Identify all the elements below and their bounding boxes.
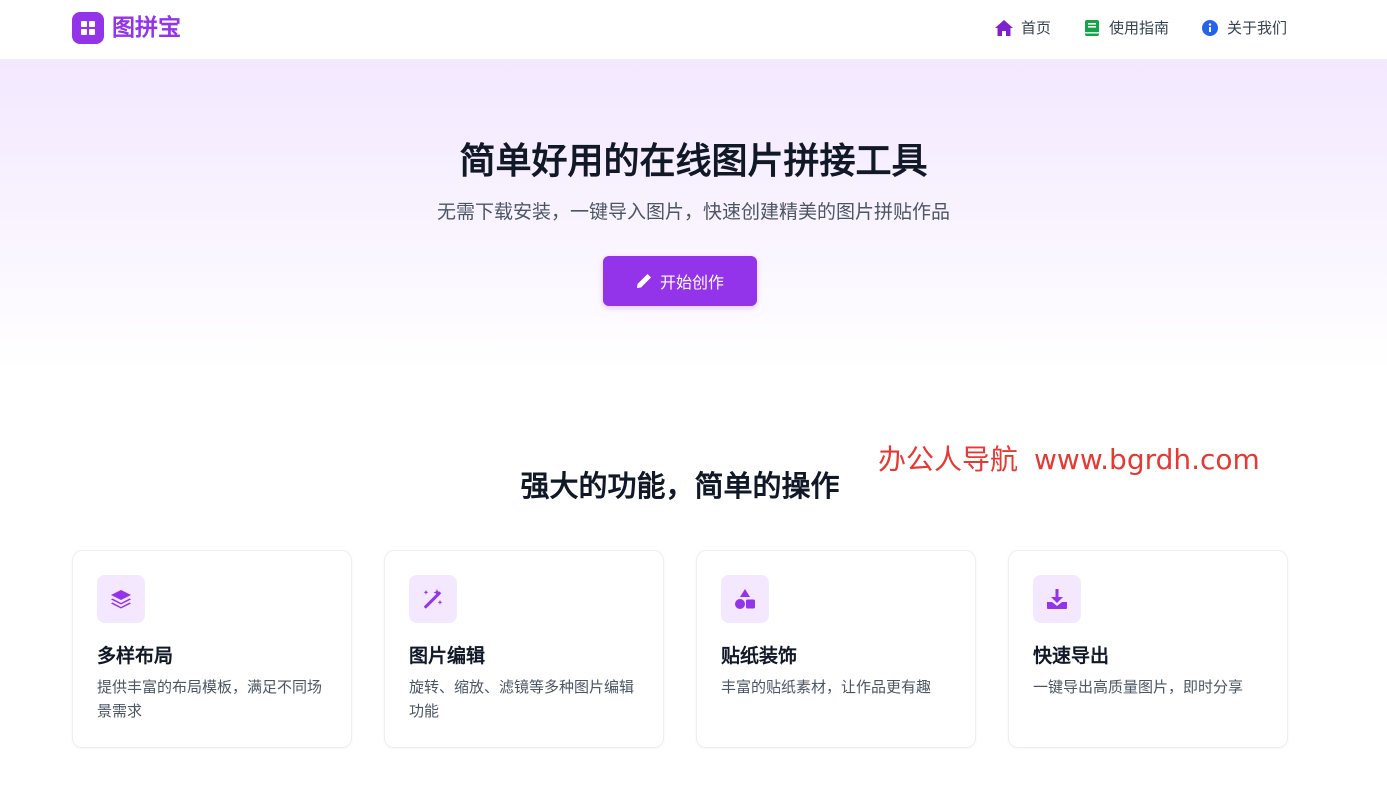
layers-icon bbox=[97, 575, 145, 623]
nav-label-guide: 使用指南 bbox=[1108, 19, 1169, 37]
nav-item-about[interactable]: 关于我们 bbox=[1201, 18, 1287, 38]
hero-section: 简单好用的在线图片拼接工具 无需下载安装，一键导入图片，快速创建精美的图片拼贴作… bbox=[0, 60, 1387, 370]
grid-logo-icon bbox=[72, 12, 104, 44]
nav-item-home[interactable]: 首页 bbox=[994, 18, 1051, 38]
feature-title: 图片编辑 bbox=[409, 645, 486, 667]
feature-desc: 提供丰富的布局模板，满足不同场景需求 bbox=[97, 678, 323, 720]
nav-item-guide[interactable]: 使用指南 bbox=[1083, 18, 1169, 38]
download-icon bbox=[1033, 575, 1081, 623]
logo-text: 图拼宝 bbox=[112, 15, 181, 41]
top-header: 图拼宝 首页 使用指南 关于我们 bbox=[0, 0, 1387, 60]
nav-label-home: 首页 bbox=[1020, 19, 1051, 37]
book-icon bbox=[1083, 19, 1101, 37]
hero-title: 简单好用的在线图片拼接工具 bbox=[459, 141, 928, 182]
feature-card-editing: 图片编辑 旋转、缩放、滤镜等多种图片编辑功能 bbox=[384, 550, 664, 748]
hero-subtitle: 无需下载安装，一键导入图片，快速创建精美的图片拼贴作品 bbox=[436, 201, 950, 223]
feature-desc: 丰富的贴纸素材，让作品更有趣 bbox=[721, 678, 932, 696]
logo[interactable]: 图拼宝 bbox=[72, 12, 181, 44]
feature-desc: 旋转、缩放、滤镜等多种图片编辑功能 bbox=[409, 678, 635, 720]
feature-desc: 一键导出高质量图片，即时分享 bbox=[1033, 678, 1244, 696]
start-creating-label: 开始创作 bbox=[659, 273, 724, 292]
feature-card-export: 快速导出 一键导出高质量图片，即时分享 bbox=[1008, 550, 1288, 748]
feature-title: 快速导出 bbox=[1033, 645, 1110, 667]
pencil-icon bbox=[636, 273, 652, 289]
feature-title: 多样布局 bbox=[97, 645, 174, 667]
magic-wand-icon bbox=[409, 575, 457, 623]
start-creating-button[interactable]: 开始创作 bbox=[603, 256, 757, 306]
nav-label-about: 关于我们 bbox=[1226, 19, 1287, 37]
feature-card-layouts: 多样布局 提供丰富的布局模板，满足不同场景需求 bbox=[72, 550, 352, 748]
home-icon bbox=[994, 19, 1013, 37]
feature-title: 贴纸装饰 bbox=[721, 645, 798, 667]
info-icon bbox=[1201, 19, 1219, 37]
main-nav: 首页 使用指南 关于我们 bbox=[963, 18, 1287, 38]
feature-card-stickers: 贴纸装饰 丰富的贴纸素材，让作品更有趣 bbox=[696, 550, 976, 748]
features-title: 强大的功能，简单的操作 bbox=[520, 469, 840, 503]
shapes-icon bbox=[721, 575, 769, 623]
